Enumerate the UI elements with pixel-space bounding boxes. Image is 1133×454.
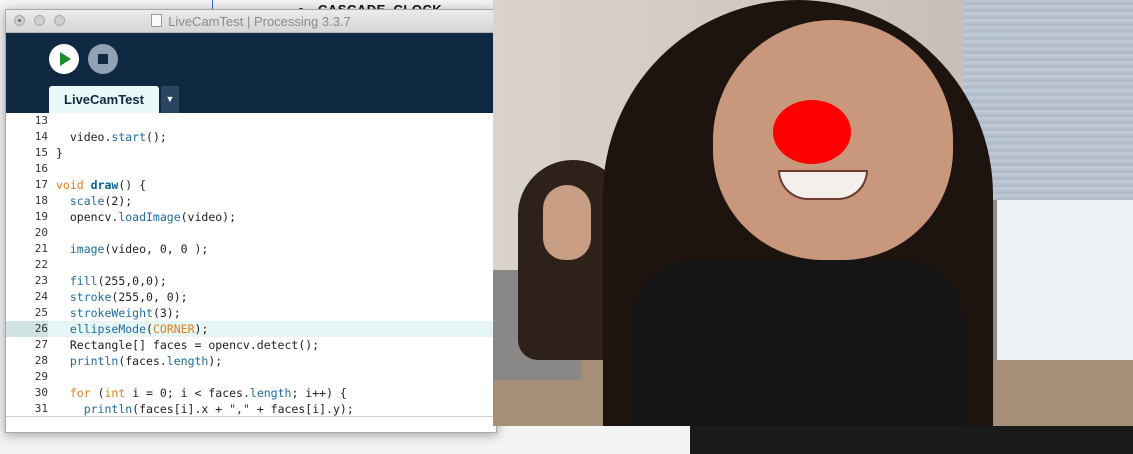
line-number: 18 bbox=[34, 194, 48, 207]
code-line[interactable]: 23 fill(255,0,0); bbox=[6, 273, 496, 289]
line-number: 20 bbox=[34, 226, 48, 239]
line-number: 14 bbox=[34, 130, 48, 143]
line-number: 21 bbox=[34, 242, 48, 255]
code-line[interactable]: 18 scale(2); bbox=[6, 193, 496, 209]
code-line[interactable]: 27 Rectangle[] faces = opencv.detect(); bbox=[6, 337, 496, 353]
line-number: 16 bbox=[34, 162, 48, 175]
line-number: 15 bbox=[34, 146, 48, 159]
tab-menu-button[interactable]: ▼ bbox=[161, 86, 179, 113]
code-text: video.start(); bbox=[56, 130, 167, 144]
line-number: 17 bbox=[34, 178, 48, 191]
processing-window: LiveCamTest | Processing 3.3.7 LiveCamTe… bbox=[5, 9, 497, 433]
foreground-person-top bbox=[633, 260, 963, 426]
code-line[interactable]: 17 void draw() { bbox=[6, 177, 496, 193]
code-text: for (int i = 0; i < faces.length; i++) { bbox=[69, 386, 347, 400]
camera-preview-window bbox=[493, 0, 1133, 426]
background-person-face bbox=[543, 185, 591, 260]
stop-icon bbox=[98, 54, 108, 64]
code-line[interactable]: 26 ellipseMode(CORNER); bbox=[6, 321, 496, 337]
toolbar bbox=[6, 33, 496, 83]
document-icon bbox=[151, 14, 163, 27]
code-text: Rectangle[] faces = opencv.detect(); bbox=[56, 338, 320, 352]
code-text: scale(2); bbox=[69, 194, 133, 208]
code-text: ellipseMode(CORNER); bbox=[69, 322, 209, 336]
line-number: 28 bbox=[34, 354, 48, 367]
code-line[interactable]: 20 bbox=[6, 225, 496, 241]
code-editor[interactable]: 13 14 video.start(); 15} 16 17 void draw() {1… bbox=[6, 113, 496, 417]
code-text: void draw() { bbox=[56, 178, 147, 192]
code-text: println(faces.length); bbox=[69, 354, 223, 368]
code-line[interactable]: 14 video.start(); bbox=[6, 129, 496, 145]
window-title-text: LiveCamTest | Processing 3.3.7 bbox=[168, 14, 351, 29]
code-line[interactable]: 25 strokeWeight(3); bbox=[6, 305, 496, 321]
code-line[interactable]: 21 image(video, 0, 0 ); bbox=[6, 241, 496, 257]
code-text: opencv.loadImage(video); bbox=[56, 210, 237, 224]
window-titlebar[interactable]: LiveCamTest | Processing 3.3.7 bbox=[6, 10, 496, 33]
tab-livecamtest[interactable]: LiveCamTest bbox=[49, 86, 159, 113]
code-line[interactable]: 22 bbox=[6, 257, 496, 273]
code-text: stroke(255,0, 0); bbox=[69, 290, 188, 304]
code-line[interactable]: 28 println(faces.length); bbox=[6, 353, 496, 369]
line-number: 26 bbox=[6, 321, 48, 337]
code-line[interactable]: 16 bbox=[6, 161, 496, 177]
code-line[interactable]: 29 bbox=[6, 369, 496, 385]
window-title: LiveCamTest | Processing 3.3.7 bbox=[6, 14, 496, 29]
line-number: 27 bbox=[34, 338, 48, 351]
code-line[interactable]: 31 println(faces[i].x + "," + faces[i].y… bbox=[6, 401, 496, 417]
editor-status-bar bbox=[6, 416, 496, 432]
chevron-down-icon: ▼ bbox=[165, 94, 175, 104]
code-line[interactable]: 30 for (int i = 0; i < faces.length; i++… bbox=[6, 385, 496, 401]
code-line[interactable]: 13 bbox=[6, 113, 496, 129]
code-line[interactable]: 24 stroke(255,0, 0); bbox=[6, 289, 496, 305]
code-line[interactable]: 15} bbox=[6, 145, 496, 161]
line-number: 23 bbox=[34, 274, 48, 287]
tab-bar: LiveCamTest ▼ bbox=[6, 83, 496, 113]
background-dark-bar bbox=[690, 426, 1133, 454]
run-button[interactable] bbox=[49, 44, 79, 74]
code-text: } bbox=[56, 146, 63, 160]
line-number: 19 bbox=[34, 210, 48, 223]
red-nose-ellipse bbox=[773, 100, 851, 164]
line-number: 13 bbox=[34, 114, 48, 127]
code-text: strokeWeight(3); bbox=[69, 306, 181, 320]
code-text: println(faces[i].x + "," + faces[i].y); bbox=[83, 402, 354, 416]
stop-button[interactable] bbox=[88, 44, 118, 74]
line-number: 29 bbox=[34, 370, 48, 383]
line-number: 22 bbox=[34, 258, 48, 271]
code-line[interactable]: 19 opencv.loadImage(video); bbox=[6, 209, 496, 225]
play-icon bbox=[60, 52, 71, 66]
line-number: 31 bbox=[34, 402, 48, 415]
line-number: 25 bbox=[34, 306, 48, 319]
code-text: image(video, 0, 0 ); bbox=[69, 242, 209, 256]
line-number: 30 bbox=[34, 386, 48, 399]
code-text: fill(255,0,0); bbox=[69, 274, 167, 288]
line-number: 24 bbox=[34, 290, 48, 303]
